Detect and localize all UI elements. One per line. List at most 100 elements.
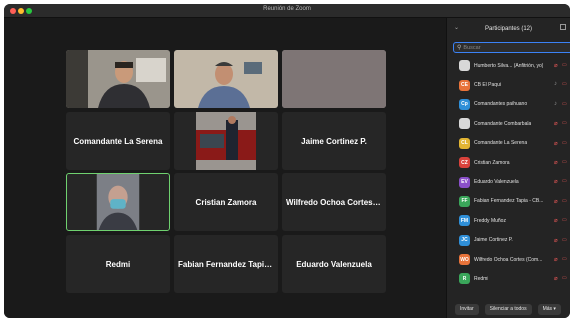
participant-row[interactable]: Comandante Combarbala ⌀ ▭ — [447, 114, 570, 133]
camera-off-icon: ▭ — [562, 139, 567, 146]
video-tile-1[interactable] — [66, 50, 170, 108]
mic-muted-icon: ⌀ — [554, 237, 558, 244]
mic-muted-icon: ⌀ — [554, 218, 558, 225]
invite-button[interactable]: Invitar — [455, 303, 479, 315]
popout-icon[interactable] — [560, 24, 566, 30]
more-button[interactable]: Más ▾ — [537, 303, 561, 315]
participant-name: CB El Paqui — [474, 82, 501, 89]
avatar: FF — [459, 195, 470, 207]
participant-name: Comandante Combarbala — [474, 120, 532, 127]
avatar: JC — [459, 234, 470, 246]
chevron-down-icon[interactable]: ⌄ — [454, 24, 459, 31]
participant-list: Humberto Silva... (Anfitrión, yo) ⌀ ▭ CE CB … — [447, 56, 570, 289]
tile-name: Comandante La Serena — [73, 136, 163, 146]
mic-muted-icon: ⌀ — [554, 121, 558, 128]
panel-header: ⌄ Participantes (12) — [447, 18, 570, 40]
participant-name: Fabian Fernandez Tapia - CB... — [474, 198, 544, 205]
participant-row[interactable]: EV Eduardo Valenzuela ⌀ ▭ — [447, 172, 570, 191]
participant-row[interactable]: CL Comandante La Serena ⌀ ▭ — [447, 134, 570, 153]
mute-all-button[interactable]: Silenciar a todos — [484, 303, 532, 315]
mic-muted-icon: ⌀ — [554, 140, 558, 147]
avatar: Cp — [459, 98, 470, 110]
mic-icon: ♪ — [554, 81, 557, 88]
participant-video — [66, 50, 170, 108]
participant-video — [282, 50, 386, 108]
participant-row[interactable]: WO Wilfredo Ochoa Cortes (Com... ⌀ ▭ — [447, 250, 570, 269]
avatar: R — [459, 273, 470, 285]
participant-name: Cristian Zamora — [474, 159, 510, 166]
participant-name: Eduardo Valenzuela — [474, 179, 519, 186]
name-tile-2[interactable]: Jaime Cortinez P. — [282, 112, 386, 170]
camera-off-icon: ▭ — [562, 81, 567, 88]
mic-muted-icon: ⌀ — [554, 256, 558, 263]
camera-off-icon: ▭ — [562, 275, 567, 282]
video-tile-4[interactable] — [174, 112, 278, 170]
name-tile-1[interactable]: Comandante La Serena — [66, 112, 170, 170]
avatar: CZ — [459, 157, 470, 169]
gallery-view: Comandante La Serena Jaime Cortinez P. C… — [4, 18, 446, 318]
video-tile-3[interactable] — [282, 50, 386, 108]
window-title: Reunión de Zoom — [263, 6, 311, 12]
participant-row[interactable]: JC Jaime Cortinez P. ⌀ ▭ — [447, 231, 570, 250]
title-bar: Reunión de Zoom — [4, 4, 570, 18]
panel-footer: Invitar Silenciar a todos Más ▾ — [447, 300, 570, 318]
participant-name: Comandantes paihuano — [474, 101, 528, 108]
tile-name: Eduardo Valenzuela — [296, 259, 372, 269]
tile-name: Cristian Zamora — [195, 197, 257, 207]
name-tile-4[interactable]: Wilfredo Ochoa Cortes (... — [282, 173, 386, 231]
camera-off-icon: ▭ — [562, 158, 567, 165]
video-tile-5-active-speaker[interactable] — [66, 173, 170, 231]
participant-name: Wilfredo Ochoa Cortes (Com... — [474, 256, 543, 263]
participant-row[interactable]: Humberto Silva... (Anfitrión, yo) ⌀ ▭ — [447, 56, 570, 75]
tile-name: Wilfredo Ochoa Cortes (... — [286, 197, 385, 207]
avatar: FM — [459, 215, 470, 227]
mic-muted-icon: ⌀ — [554, 276, 558, 283]
participant-row[interactable]: FM Freddy Muñoz ⌀ ▭ — [447, 211, 570, 230]
participant-search[interactable]: ⚲ — [453, 42, 570, 53]
participant-row[interactable]: FF Fabian Fernandez Tapia - CB... ⌀ ▭ — [447, 192, 570, 211]
mic-muted-icon: ⌀ — [554, 159, 558, 166]
participant-video — [174, 112, 278, 170]
camera-off-icon: ▭ — [562, 100, 567, 107]
mic-muted-icon: ⌀ — [554, 63, 558, 69]
avatar: EV — [459, 176, 470, 188]
avatar — [459, 60, 470, 72]
name-tile-7[interactable]: Eduardo Valenzuela — [282, 235, 386, 293]
tile-name: Jaime Cortinez P. — [301, 136, 367, 146]
camera-off-icon: ▭ — [562, 255, 567, 262]
participant-row[interactable]: Cp Comandantes paihuano ♪ ▭ — [447, 95, 570, 114]
participant-video — [67, 174, 169, 230]
tile-name: Redmi — [105, 259, 131, 269]
name-tile-5[interactable]: Redmi — [66, 235, 170, 293]
avatar — [459, 118, 470, 130]
video-tile-2[interactable] — [174, 50, 278, 108]
camera-off-icon: ▭ — [562, 197, 567, 204]
name-tile-6[interactable]: Fabian Fernandez Tapia... — [174, 235, 278, 293]
avatar: CL — [459, 137, 470, 149]
search-input[interactable] — [463, 44, 554, 51]
avatar: CE — [459, 79, 470, 91]
camera-off-icon: ▭ — [562, 178, 567, 185]
participant-row[interactable]: CZ Cristian Zamora ⌀ ▭ — [447, 153, 570, 172]
search-icon: ⚲ — [457, 45, 462, 51]
avatar: WO — [459, 254, 470, 266]
participant-name: Comandante La Serena — [474, 140, 528, 147]
participant-row[interactable]: CE CB El Paqui ♪ ▭ — [447, 75, 570, 94]
camera-off-icon: ▭ — [562, 120, 567, 127]
zoom-window: Reunión de Zoom Comandante La Serena Jai… — [4, 4, 570, 318]
participant-name: Redmi — [474, 275, 489, 282]
participant-row[interactable]: R Redmi ⌀ ▭ — [447, 269, 570, 288]
camera-off-icon: ▭ — [562, 217, 567, 224]
panel-title: Participantes (12) — [484, 26, 533, 32]
participant-video — [174, 50, 278, 108]
participant-name: Humberto Silva... (Anfitrión, yo) — [474, 62, 544, 69]
participant-name: Freddy Muñoz — [474, 217, 506, 224]
camera-off-icon: ▭ — [562, 62, 567, 68]
mic-muted-icon: ⌀ — [554, 179, 558, 186]
mic-icon: ♪ — [554, 100, 557, 107]
name-tile-3[interactable]: Cristian Zamora — [174, 173, 278, 231]
participants-panel: ⌄ Participantes (12) ⚲ Humberto Silva...… — [446, 18, 570, 318]
participant-name: Jaime Cortinez P. — [474, 237, 513, 244]
tile-name: Fabian Fernandez Tapia... — [178, 259, 276, 269]
mic-muted-icon: ⌀ — [554, 198, 558, 205]
